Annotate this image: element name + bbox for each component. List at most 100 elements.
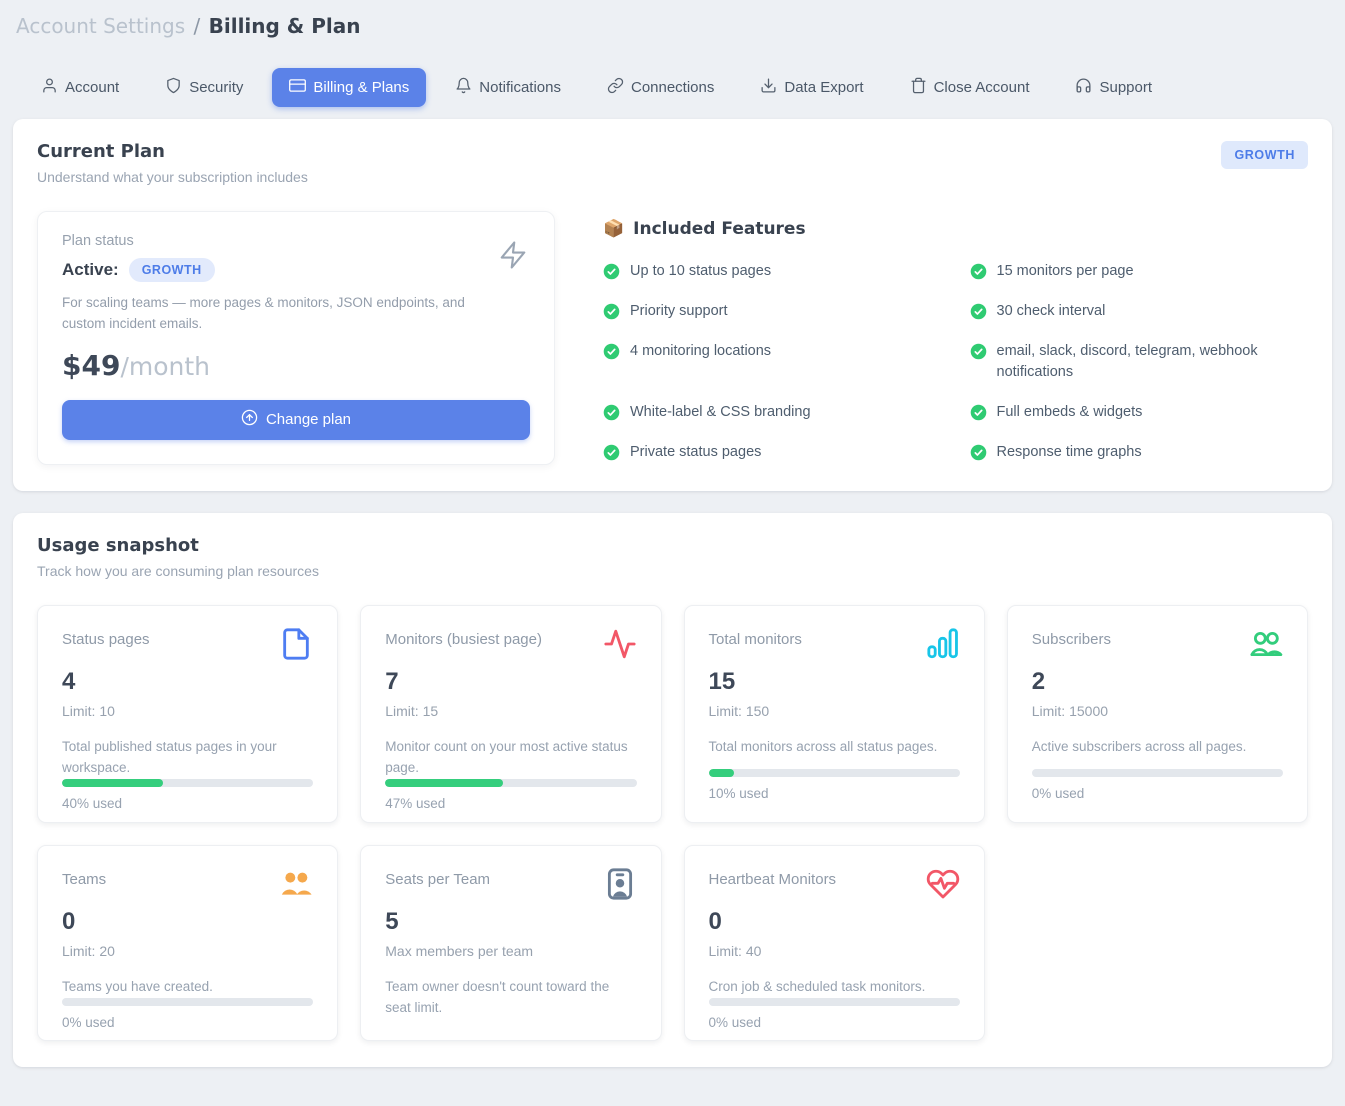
feature-item: 30 check interval [970, 301, 1300, 323]
breadcrumb: Account Settings / Billing & Plan [0, 0, 1345, 38]
usage-limit: Limit: 20 [62, 943, 313, 959]
feature-item: Priority support [603, 301, 933, 323]
usage-card-subscribers: Subscribers 2 Limit: 15000 Active subscr… [1007, 605, 1308, 823]
check-circle-icon [603, 303, 620, 320]
usage-value: 4 [62, 668, 313, 696]
usage-description: Team owner doesn't count toward the seat… [385, 977, 636, 1019]
bar-chart-icon [926, 627, 960, 666]
usage-card-total-monitors: Total monitors 15 Limit: 150 Total monit… [684, 605, 985, 823]
credit-card-icon [289, 77, 306, 98]
change-plan-button[interactable]: Change plan [62, 400, 530, 440]
usage-description: Teams you have created. [62, 977, 313, 998]
plan-description: For scaling teams — more pages & monitor… [62, 293, 482, 335]
plan-name-badge: GROWTH [129, 258, 215, 282]
feature-item: Response time graphs [970, 442, 1300, 464]
usage-card-monitors-busiest: Monitors (busiest page) 7 Limit: 15 Moni… [360, 605, 661, 823]
price-amount: $49 [62, 349, 120, 382]
tab-account[interactable]: Account [24, 68, 136, 107]
usage-limit: Limit: 15 [385, 703, 636, 719]
usage-percent-label: 0% used [62, 1015, 313, 1030]
settings-tab-bar: Account Security Billing & Plans Notific… [24, 68, 1345, 107]
users-filled-icon [279, 867, 313, 906]
usage-percent-label: 0% used [1032, 786, 1283, 801]
feature-item: email, slack, discord, telegram, webhook… [970, 341, 1300, 385]
usage-limit: Limit: 15000 [1032, 703, 1283, 719]
check-circle-icon [970, 263, 987, 280]
progress-bar [709, 769, 960, 777]
tab-security[interactable]: Security [148, 68, 260, 107]
progress-bar [62, 998, 313, 1006]
plan-corner-badge: GROWTH [1221, 141, 1308, 169]
heart-pulse-icon [926, 867, 960, 906]
current-plan-panel: Current Plan Understand what your subscr… [13, 119, 1332, 491]
package-icon: 📦 [603, 219, 624, 239]
usage-percent-label: 47% used [385, 796, 636, 811]
tab-data-export[interactable]: Data Export [743, 68, 880, 107]
check-circle-icon [603, 263, 620, 280]
tab-notifications[interactable]: Notifications [438, 68, 578, 107]
progress-bar [1032, 769, 1283, 777]
usage-description: Monitor count on your most active status… [385, 737, 636, 779]
usage-card-status-pages: Status pages 4 Limit: 10 Total published… [37, 605, 338, 823]
tab-label: Connections [631, 79, 714, 96]
check-circle-icon [970, 343, 987, 360]
activity-icon [603, 627, 637, 666]
link-icon [607, 77, 624, 98]
included-features: 📦 Included Features Up to 10 status page… [603, 211, 1308, 465]
feature-item: 15 monitors per page [970, 261, 1300, 283]
usage-value: 5 [385, 908, 636, 936]
headphones-icon [1075, 77, 1092, 98]
id-card-icon [603, 867, 637, 906]
usage-value: 7 [385, 668, 636, 696]
usage-subtitle: Track how you are consuming plan resourc… [37, 563, 1308, 579]
plan-price: $49/month [62, 349, 530, 382]
tab-label: Security [189, 79, 243, 96]
price-period: /month [120, 352, 210, 381]
usage-value: 2 [1032, 668, 1283, 696]
tab-label: Close Account [934, 79, 1030, 96]
check-circle-icon [970, 444, 987, 461]
current-plan-subtitle: Understand what your subscription includ… [37, 169, 308, 185]
usage-card-teams: Teams 0 Limit: 20 Teams you have created… [37, 845, 338, 1041]
usage-percent-label: 10% used [709, 786, 960, 801]
file-icon [279, 627, 313, 666]
check-circle-icon [970, 303, 987, 320]
usage-card-heartbeat-monitors: Heartbeat Monitors 0 Limit: 40 Cron job … [684, 845, 985, 1041]
usage-value: 15 [709, 668, 960, 696]
progress-bar [62, 779, 313, 787]
usage-limit: Limit: 150 [709, 703, 960, 719]
check-circle-icon [970, 404, 987, 421]
usage-description: Active subscribers across all pages. [1032, 737, 1283, 758]
usage-description: Total monitors across all status pages. [709, 737, 960, 758]
tab-label: Data Export [784, 79, 863, 96]
trash-icon [910, 77, 927, 98]
plan-status-label: Plan status [62, 233, 530, 249]
tab-label: Account [65, 79, 119, 96]
usage-value: 0 [709, 908, 960, 936]
usage-limit: Limit: 10 [62, 703, 313, 719]
bell-icon [455, 77, 472, 98]
usage-description: Cron job & scheduled task monitors. [709, 977, 960, 998]
tab-support[interactable]: Support [1058, 68, 1169, 107]
breadcrumb-separator: / [194, 14, 201, 38]
feature-item: White-label & CSS branding [603, 402, 933, 424]
progress-bar [385, 779, 636, 787]
tab-connections[interactable]: Connections [590, 68, 731, 107]
check-circle-icon [603, 444, 620, 461]
tab-label: Support [1099, 79, 1152, 96]
shield-icon [165, 77, 182, 98]
usage-percent-label: 0% used [709, 1015, 960, 1030]
users-icon [1249, 627, 1283, 666]
check-circle-icon [603, 343, 620, 360]
usage-value: 0 [62, 908, 313, 936]
usage-percent-label: 40% used [62, 796, 313, 811]
tab-billing-plans[interactable]: Billing & Plans [272, 68, 426, 107]
feature-item: Up to 10 status pages [603, 261, 933, 283]
plan-status-value: Active: [62, 260, 119, 280]
feature-item: Full embeds & widgets [970, 402, 1300, 424]
lightning-icon [498, 238, 528, 277]
current-plan-title: Current Plan [37, 141, 308, 162]
tab-close-account[interactable]: Close Account [893, 68, 1047, 107]
feature-item: Private status pages [603, 442, 933, 464]
usage-card-seats-per-team: Seats per Team 5 Max members per team Te… [360, 845, 661, 1041]
